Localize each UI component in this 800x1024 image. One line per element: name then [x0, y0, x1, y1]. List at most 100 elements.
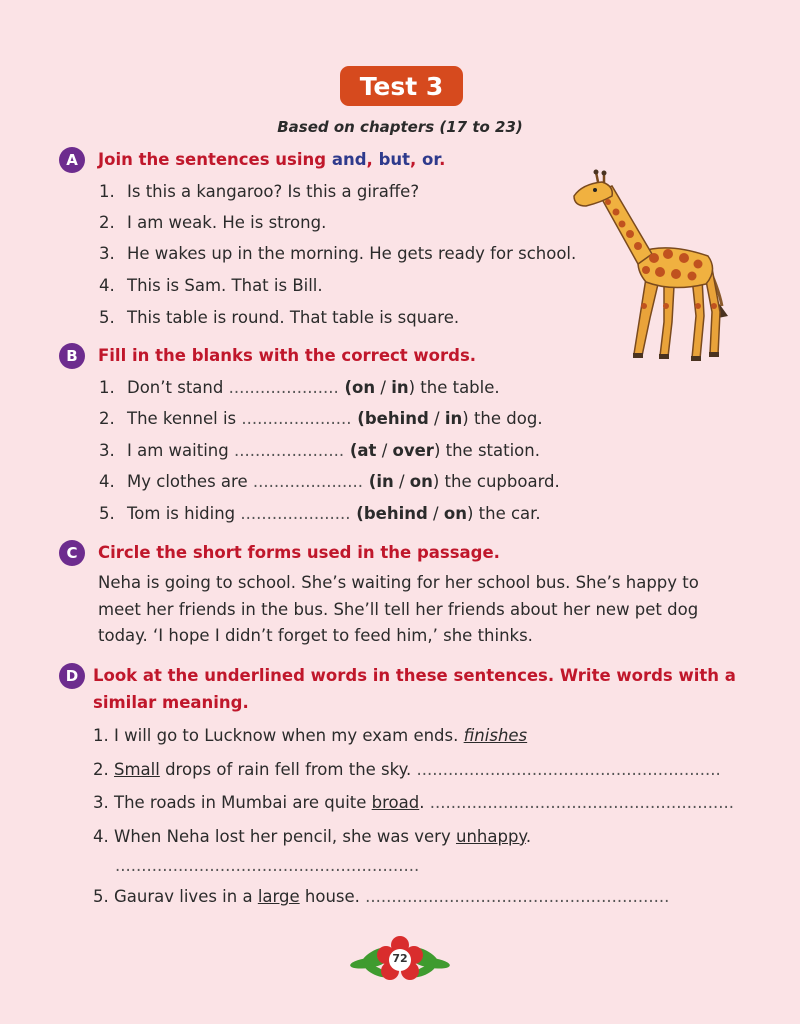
passage-line: meet her friends in the bus. She’ll tell… — [98, 599, 699, 619]
section-a-item-1: 1. Is this a kangaroo? Is this a giraffe? — [99, 182, 419, 201]
section-c-badge: C — [59, 540, 85, 566]
section-c-heading: Circle the short forms used in the passa… — [98, 543, 500, 562]
word-and: and — [331, 150, 367, 169]
slash: / — [376, 441, 393, 460]
page-number-ornament: 72 — [348, 935, 452, 983]
item-text: . — [453, 726, 464, 745]
item-number: 1. — [93, 726, 109, 745]
section-a-heading-text: Join the sentences using — [98, 150, 332, 169]
section-a-item-3: 3. He wakes up in the morning. He gets re… — [99, 244, 576, 263]
paren-open: ( — [338, 378, 353, 397]
blank-line: ..................... — [241, 409, 352, 428]
paren-open: ( — [344, 441, 358, 460]
passage-line: today. ‘I hope I didn’t forget to feed h… — [98, 626, 533, 645]
word-or: or — [422, 150, 440, 169]
item-number: 5. — [99, 504, 115, 523]
section-b-item-4: 4. My clothes are ..................... (… — [99, 472, 560, 491]
section-d-item-4: 4. When Neha lost her pencil, she was ve… — [93, 827, 531, 846]
section-d-item-5: 5. Gaurav lives in a large house. ......… — [93, 887, 669, 906]
section-a-item-5: 5. This table is round. That table is squ… — [99, 308, 459, 327]
underlined-word: large — [257, 887, 300, 906]
section-b-item-3: 3. I am waiting ..................... (at… — [99, 441, 540, 460]
option-1: in — [376, 472, 394, 491]
item-text: drops of rain fell from the sky. — [159, 760, 417, 779]
item-text: He wakes up in the morning. He gets read… — [127, 244, 577, 263]
item-number: 4. — [93, 827, 109, 846]
section-b-badge: B — [59, 343, 85, 369]
item-number: 2. — [99, 409, 115, 428]
item-text: This table is round. That table is squar… — [127, 308, 460, 327]
answer-line: ........................................… — [429, 793, 734, 812]
answer-line: ........................................… — [416, 760, 721, 779]
page-number: 72 — [392, 952, 408, 965]
option-2: in — [391, 378, 409, 397]
item-text: The roads in Mumbai are quite — [114, 793, 372, 812]
section-d-heading: Look at the underlined words in these se… — [93, 666, 736, 685]
section-d-heading-cont: similar meaning. — [93, 693, 249, 712]
item-text: . — [525, 827, 532, 846]
item-number: 2. — [99, 213, 115, 232]
option-1: behind — [363, 504, 428, 523]
item-number: 3. — [99, 441, 115, 460]
option-2: over — [392, 441, 434, 460]
item-number: 2. — [93, 760, 109, 779]
item-text: Is this a kangaroo? Is this a giraffe? — [127, 182, 420, 201]
section-d-badge: D — [59, 663, 85, 689]
item-text: I am weak. He is strong. — [127, 213, 327, 232]
item-text: My clothes are — [127, 472, 253, 491]
item-text: house. — [299, 887, 366, 906]
paren-open: ( — [351, 409, 365, 428]
page-title: Test 3 — [340, 66, 463, 106]
item-number: 4. — [99, 276, 115, 295]
subtitle: Based on chapters (17 to 23) — [277, 118, 523, 136]
blank-line: ..................... — [240, 504, 351, 523]
option-1: behind — [364, 409, 429, 428]
item-number: 3. — [99, 244, 115, 263]
item-text: The kennel is — [127, 409, 242, 428]
section-b-heading: Fill in the blanks with the correct word… — [98, 346, 477, 365]
option-1: on — [352, 378, 376, 397]
section-a-heading: Join the sentences using and, but, or. — [98, 150, 445, 169]
item-number: 1. — [99, 378, 115, 397]
section-a-item-4: 4. This is Sam. That is Bill. — [99, 276, 323, 295]
answer-line: ........................................… — [115, 856, 420, 875]
underlined-word: ends — [413, 726, 454, 745]
option-1: at — [357, 441, 377, 460]
item-text: . — [419, 793, 430, 812]
option-2: in — [444, 409, 463, 428]
blank-line: ..................... — [252, 472, 364, 491]
period: . — [439, 150, 446, 169]
item-text: I am waiting — [127, 441, 234, 460]
word-but: but — [378, 150, 411, 169]
section-d-item-1: 1. I will go to Lucknow when my exam end… — [93, 726, 527, 745]
item-number: 3. — [93, 793, 109, 812]
item-text: the cupboard. — [439, 472, 560, 491]
item-text: This is Sam. That is Bill. — [127, 276, 323, 295]
item-text: the table. — [415, 378, 500, 397]
option-2: on — [409, 472, 433, 491]
option-2: on — [443, 504, 467, 523]
underlined-word: Small — [114, 760, 160, 779]
comma: , — [410, 150, 423, 169]
item-number: 5. — [93, 887, 109, 906]
giraffe-icon — [573, 169, 728, 361]
underlined-word: unhappy — [455, 827, 526, 846]
slash: / — [375, 378, 392, 397]
passage: Neha is going to school. She’s waiting f… — [98, 570, 738, 650]
item-text: Don’t stand — [127, 378, 229, 397]
item-number: 5. — [99, 308, 115, 327]
item-number: 4. — [99, 472, 115, 491]
section-d-item-3: 3. The roads in Mumbai are quite broad. … — [93, 793, 734, 812]
example-answer: finishes — [463, 726, 528, 745]
item-text: the car. — [473, 504, 541, 523]
section-b-item-5: 5. Tom is hiding ..................... (b… — [99, 504, 541, 523]
slash: / — [427, 504, 444, 523]
passage-line: Neha is going to school. She’s waiting f… — [98, 573, 699, 592]
slash: / — [428, 409, 445, 428]
section-a-item-2: 2. I am weak. He is strong. — [99, 213, 326, 232]
item-text: When Neha lost her pencil, she was very — [114, 827, 456, 846]
section-d-item-4-answer: ........................................… — [115, 856, 419, 875]
item-text: the dog. — [468, 409, 543, 428]
section-d-item-2: 2. Small drops of rain fell from the sky… — [93, 760, 721, 779]
item-text: Gaurav lives in a — [114, 887, 258, 906]
